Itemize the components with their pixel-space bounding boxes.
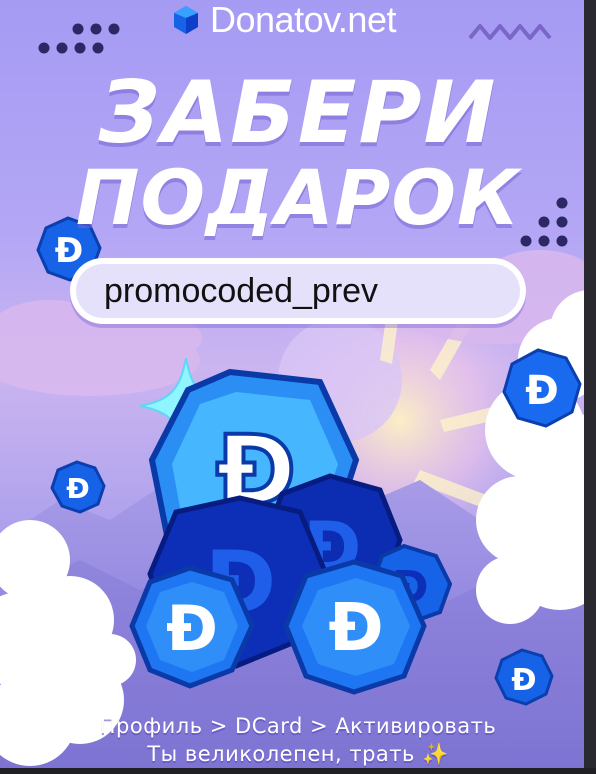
coin-glyph: Đ [66,472,89,505]
small-coin-right: Đ [502,348,582,428]
window-edge-right [584,0,596,768]
tagline: Ты великолепен, трать ✨ [147,742,449,766]
promo-code-field: promocoded_prev [76,264,520,318]
window-edge-bottom [0,768,596,774]
promo-code-box[interactable]: promocoded_prev [70,258,526,324]
dots-top-left [38,23,120,54]
donatov-gem-logo-icon [174,6,198,34]
wave-squiggle [468,24,552,40]
brand-name: Donatov.net [210,0,396,40]
small-coin-left: Đ [50,460,106,514]
small-coin-bottom-right: Đ [494,648,554,706]
activation-path: Профиль > DCard > Активировать [99,714,497,738]
coin-glyph: Đ [328,589,383,666]
coin-front-left: Đ [129,565,255,689]
headline-line-2: ПОДАРОК [75,153,521,242]
brand-logo: Donatov.net [170,0,396,40]
promo-code-value[interactable]: promocoded_prev [104,272,378,311]
coin-glyph: Đ [525,368,559,414]
coin-glyph: Đ [166,592,218,665]
promo-poster: Đ Đ Đ Đ Đ Đ Đ Đ Đ Đ Donatov.net ЗАБЕРИ П… [0,0,584,768]
coin-glyph: Đ [511,663,536,698]
headline-line-1: ЗАБЕРИ [98,63,498,163]
coin-front-right: Đ [283,559,427,695]
